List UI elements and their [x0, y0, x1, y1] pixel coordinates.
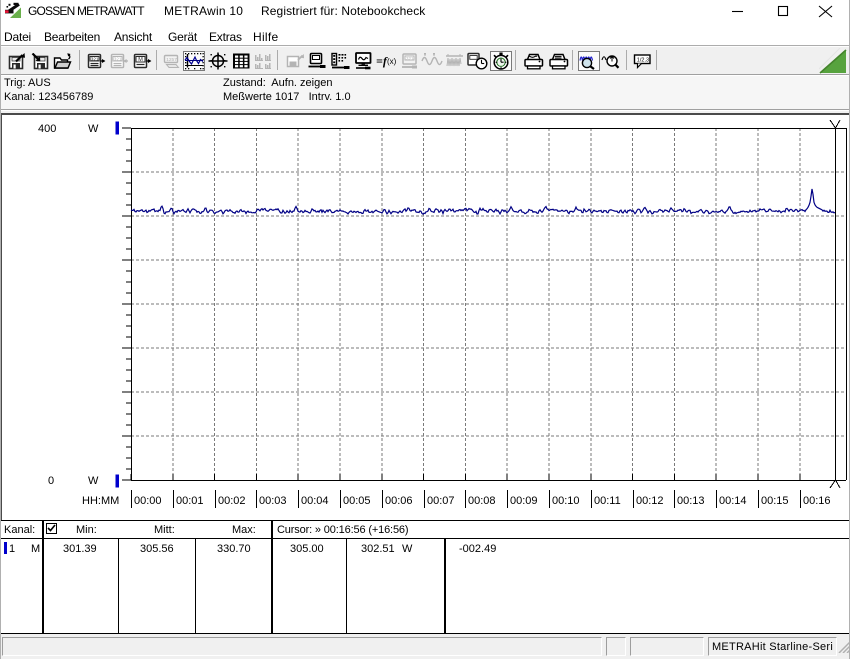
svg-text:1/2.3: 1/2.3 [637, 58, 649, 64]
svg-text:321: 321 [90, 56, 98, 62]
svg-text:M: M [138, 57, 143, 63]
svg-text:1257: 1257 [166, 57, 177, 63]
svg-text:(x): (x) [387, 57, 397, 66]
svg-text:321: 321 [113, 56, 121, 62]
svg-text:321: 321 [406, 56, 414, 61]
